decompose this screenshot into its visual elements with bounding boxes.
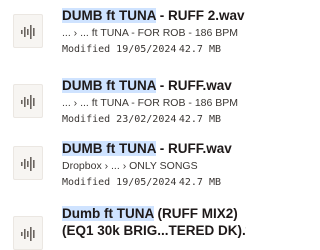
file-size: 42.7 MB [178,44,221,55]
waveform-icon [21,25,35,39]
search-match-highlight: DUMB ft TUNA [62,141,156,156]
file-name-line2[interactable]: (EQ1 30k BRIG...TERED DK).wav [62,223,246,239]
file-name[interactable]: Dumb ft TUNA (RUFF MIX2) [62,206,246,222]
file-path: ... › ... ft TUNA - FOR ROB - 186 BPM [62,97,239,109]
file-name[interactable]: DUMB ft TUNA - RUFF 2.wav [62,8,246,24]
audio-file-icon [13,146,43,180]
audio-file-icon [13,14,43,48]
search-result-row[interactable]: DUMB ft TUNA - RUFF 2.wav ... › ... ft T… [0,0,250,62]
file-meta: Modified 19/05/2024 42.7 MB [62,44,246,56]
file-path: Dropbox › ... › ONLY SONGS [62,160,198,172]
search-result-row[interactable]: Dumb ft TUNA (RUFF MIX2) (EQ1 30k BRIG..… [0,186,250,250]
search-result-row[interactable]: DUMB ft TUNA - RUFF.wav ... › ... ft TUN… [0,62,250,125]
file-name[interactable]: DUMB ft TUNA - RUFF.wav [62,78,246,94]
audio-file-icon [13,216,43,250]
waveform-icon [21,157,35,171]
modified-date: Modified 19/05/2024 [62,44,177,55]
search-match-highlight: Dumb ft TUNA [62,206,154,221]
search-match-highlight: DUMB ft TUNA [62,8,156,23]
waveform-icon [21,95,35,109]
search-match-highlight: DUMB ft TUNA [62,78,156,93]
file-name[interactable]: DUMB ft TUNA - RUFF.wav [62,141,246,157]
waveform-icon [21,227,35,241]
file-path: ... › ... ft TUNA - FOR ROB - 186 BPM [62,27,239,39]
search-result-row[interactable]: DUMB ft TUNA - RUFF.wav Dropbox › ... › … [0,124,250,188]
audio-file-icon [13,84,43,118]
